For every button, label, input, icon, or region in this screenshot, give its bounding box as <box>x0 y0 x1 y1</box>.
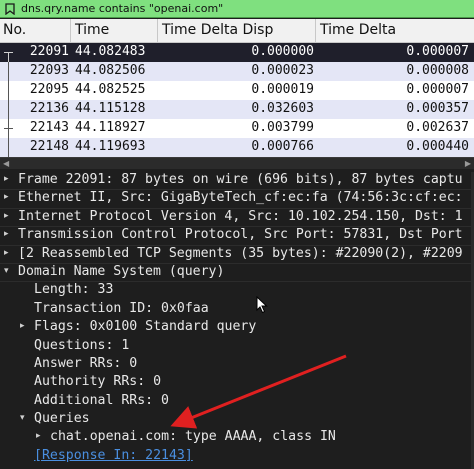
column-header-time[interactable]: Time <box>75 22 109 38</box>
detail-tree-item-label: Internet Protocol Version 4, Src: 10.102… <box>18 208 463 224</box>
expand-down-icon[interactable]: ▾ <box>20 413 25 423</box>
detail-tree-item-label: Queries <box>34 411 90 427</box>
packet-time-delta-disp: 0.000000 <box>251 44 314 59</box>
related-packet-line <box>8 52 9 62</box>
packet-time-delta-disp: 0.000023 <box>251 63 314 78</box>
packet-time: 44.082525 <box>75 82 146 97</box>
packet-time-delta-disp: 0.000766 <box>251 139 314 154</box>
scroll-left-icon[interactable]: ◀ <box>3 159 9 168</box>
detail-tree-item-label: chat.openai.com: type AAAA, class IN <box>50 429 336 445</box>
expand-right-icon[interactable]: ▸ <box>20 321 25 331</box>
detail-tree-item-label: Questions: 1 <box>34 337 130 353</box>
column-header-time-delta-disp[interactable]: Time Delta Disp <box>162 22 273 38</box>
detail-tree-item-label: Additional RRs: 0 <box>34 392 169 408</box>
packet-time: 44.082506 <box>75 63 146 78</box>
packet-time-delta: 0.000008 <box>406 63 469 78</box>
packet-time-delta-disp: 0.000019 <box>251 82 314 97</box>
detail-tree-item-label: Authority RRs: 0 <box>34 374 162 390</box>
packet-number: 22148 <box>29 139 69 154</box>
detail-tree-item[interactable]: Questions: 1 <box>0 338 474 356</box>
display-filter-input[interactable]: dns.qry.name contains "openai.com" <box>21 2 223 15</box>
response-in-link[interactable]: [Response In: 22143] <box>0 448 474 466</box>
detail-tree-item[interactable]: ▸ Frame 22091: 87 bytes on wire (696 bits… <box>0 172 474 191</box>
column-header-no[interactable]: No. <box>3 22 26 38</box>
display-filter-bar[interactable]: dns.qry.name contains "openai.com" <box>0 0 474 18</box>
packet-details-tree[interactable]: ▸ Frame 22091: 87 bytes on wire (696 bits… <box>0 172 474 469</box>
expand-down-icon[interactable]: ▾ <box>4 266 9 276</box>
mouse-cursor-icon <box>256 295 268 318</box>
detail-tree-item-label: Frame 22091: 87 bytes on wire (696 bits)… <box>18 172 463 187</box>
packet-time-delta: 0.002637 <box>406 120 469 135</box>
expand-right-icon[interactable]: ▸ <box>4 229 9 239</box>
packet-number: 22091 <box>29 44 69 59</box>
related-packet-line <box>8 81 9 100</box>
packet-time-delta: 0.000440 <box>406 139 469 154</box>
detail-tree-item-label: Domain Name System (query) <box>18 263 225 279</box>
packet-row[interactable]: 22093 44.082506 0.000023 0.000008 <box>0 62 474 81</box>
packet-number: 22095 <box>29 82 69 97</box>
detail-tree-item-label: Flags: 0x0100 Standard query <box>34 319 257 335</box>
packet-rows: 22091 44.082483 0.000000 0.000007 22093 44.08… <box>0 43 474 157</box>
expand-right-icon[interactable]: ▸ <box>4 192 9 202</box>
detail-tree-item-label: Answer RRs: 0 <box>34 355 138 371</box>
detail-tree-item[interactable]: Additional RRs: 0 <box>0 393 474 411</box>
packet-number: 22136 <box>29 101 69 116</box>
detail-tree-item-label[interactable]: [Response In: 22143] <box>34 448 193 463</box>
related-packet-mark <box>4 128 13 129</box>
scroll-right-icon[interactable]: ▶ <box>465 159 471 168</box>
packet-list-horizontal-scrollbar[interactable]: ◀ ▶ <box>0 157 474 169</box>
column-header-time-delta[interactable]: Time Delta <box>320 22 396 38</box>
packet-row[interactable]: 22091 44.082483 0.000000 0.000007 <box>0 43 474 62</box>
packet-time-delta-disp: 0.032603 <box>251 101 314 116</box>
detail-tree-item[interactable]: Length: 33 <box>0 282 474 300</box>
detail-tree-item[interactable]: ▸ [2 Reassembled TCP Segments (35 bytes):… <box>0 246 474 264</box>
packet-time: 44.082483 <box>75 44 146 59</box>
detail-tree-item[interactable]: ▸ Transmission Control Protocol, Src Port… <box>0 227 474 246</box>
packet-list[interactable]: No. Time Time Delta Disp Time Delta 2209… <box>0 19 474 157</box>
packet-time-delta: 0.000357 <box>406 101 469 116</box>
packet-row[interactable]: 22148 44.119693 0.000766 0.000440 <box>0 138 474 157</box>
related-packet-line <box>8 62 9 81</box>
expand-right-icon[interactable]: ▸ <box>4 248 9 258</box>
related-packet-line <box>8 138 9 157</box>
expand-right-icon[interactable]: ▸ <box>4 174 9 184</box>
packet-time-delta: 0.000007 <box>406 44 469 59</box>
detail-tree-item[interactable]: ▸ Ethernet II, Src: GigaByteTech_cf:ec:fa… <box>0 190 474 209</box>
detail-tree-item-label: Length: 33 <box>34 282 114 298</box>
related-packet-mark <box>4 52 13 53</box>
packet-time: 44.119693 <box>75 139 146 154</box>
detail-tree-item-label: [2 Reassembled TCP Segments (35 bytes): … <box>18 245 463 261</box>
related-packet-line <box>8 100 9 119</box>
packet-list-header: No. Time Time Delta Disp Time Delta <box>0 19 474 43</box>
packet-row[interactable]: 22095 44.082525 0.000019 0.000007 <box>0 81 474 100</box>
packet-time: 44.118927 <box>75 120 146 135</box>
detail-tree-item[interactable]: ▸ Flags: 0x0100 Standard query <box>0 319 474 337</box>
detail-tree-item[interactable]: ▸ chat.openai.com: type AAAA, class IN <box>0 429 474 447</box>
detail-tree-item[interactable]: ▾ Domain Name System (query) <box>0 263 474 283</box>
packet-number: 22093 <box>29 63 69 78</box>
detail-tree-item[interactable]: ▸ Internet Protocol Version 4, Src: 10.10… <box>0 208 474 228</box>
detail-tree-item[interactable]: Transaction ID: 0x0faa <box>0 301 474 319</box>
bookmark-filter-icon[interactable] <box>3 2 17 16</box>
detail-tree-item[interactable]: ▾ Queries <box>0 411 474 429</box>
packet-number: 22143 <box>29 120 69 135</box>
detail-tree-item-label: Transmission Control Protocol, Src Port:… <box>18 227 463 243</box>
packet-time-delta: 0.000007 <box>406 82 469 97</box>
expand-right-icon[interactable]: ▸ <box>36 431 41 441</box>
packet-row[interactable]: 22143 44.118927 0.003799 0.002637 <box>0 119 474 138</box>
detail-tree-item-label: Ethernet II, Src: GigaByteTech_cf:ec:fa … <box>18 190 463 206</box>
detail-tree-item-label: Transaction ID: 0x0faa <box>34 300 209 316</box>
detail-tree-item[interactable]: Authority RRs: 0 <box>0 374 474 392</box>
expand-right-icon[interactable]: ▸ <box>4 211 9 221</box>
packet-time-delta-disp: 0.003799 <box>251 120 314 135</box>
packet-row[interactable]: 22136 44.115128 0.032603 0.000357 <box>0 100 474 119</box>
packet-time: 44.115128 <box>75 101 146 116</box>
detail-tree-item[interactable]: Answer RRs: 0 <box>0 356 474 374</box>
